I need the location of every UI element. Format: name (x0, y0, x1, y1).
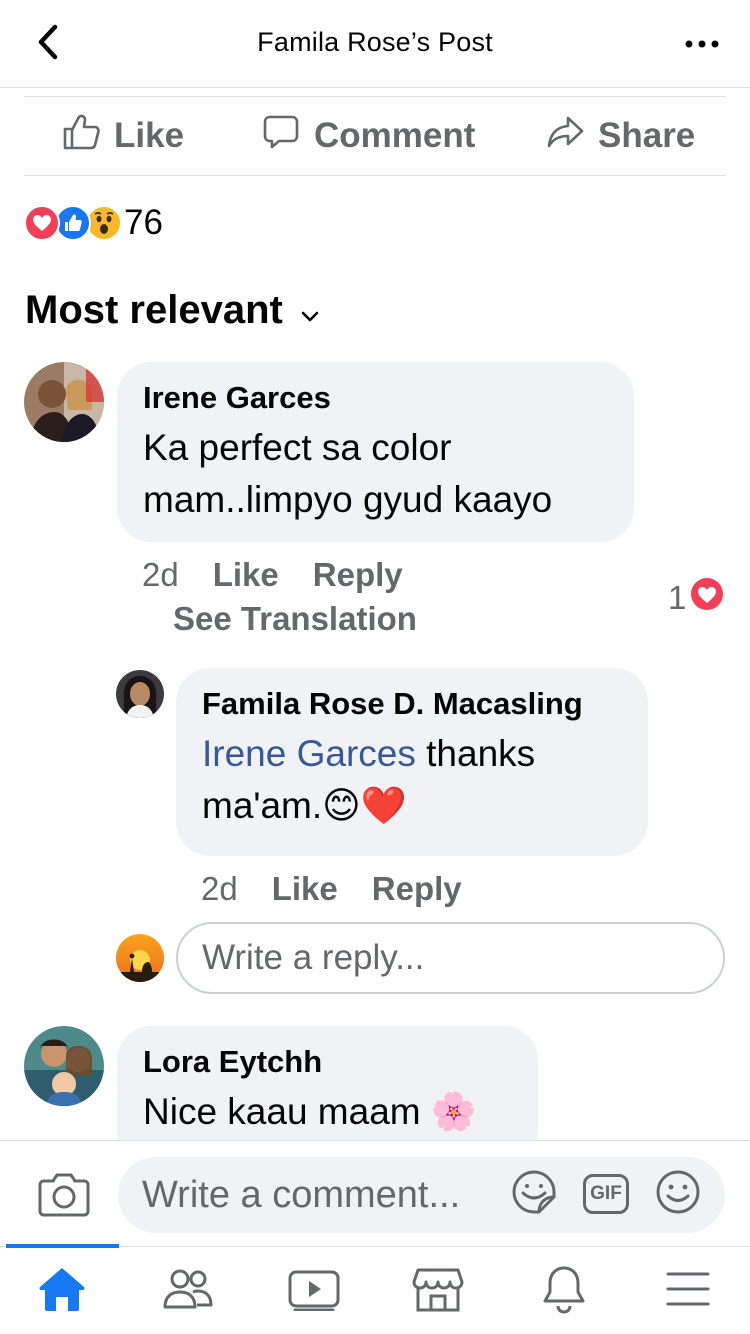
comment-meta: 2d Like Reply (142, 556, 403, 594)
comment-button[interactable]: Comment (262, 113, 475, 160)
video-play-icon (287, 1267, 341, 1316)
reaction-count: 76 (124, 203, 163, 242)
share-label: Share (598, 116, 696, 155)
comment-bubble-icon (262, 113, 300, 160)
gif-label: GIF (590, 1183, 622, 1204)
more-dots-icon (685, 35, 719, 53)
active-tab-indicator (6, 1244, 119, 1248)
reaction-summary[interactable]: 76 (24, 203, 163, 243)
like-label: Like (114, 116, 185, 155)
sticker-icon (511, 1169, 557, 1220)
chevron-down-icon (301, 288, 319, 333)
sticker-button[interactable] (510, 1169, 558, 1220)
love-icon (24, 205, 60, 241)
thumbs-up-icon (62, 113, 100, 160)
smiley-icon (655, 1169, 701, 1220)
friends-icon (162, 1267, 214, 1316)
comment-reaction-number: 1 (668, 579, 687, 616)
wow-icon (86, 205, 122, 241)
gif-icon: GIF (583, 1174, 629, 1214)
reaction-icons (24, 205, 122, 241)
comment-input-placeholder: Write a comment... (142, 1173, 461, 1216)
love-icon (690, 577, 724, 619)
reply-time[interactable]: 2d (201, 870, 238, 908)
reply-emoji: 😊❤️ (322, 785, 407, 826)
current-user-avatar (116, 934, 164, 982)
page-title: Famila Rose’s Post (257, 27, 493, 57)
post-header: Famila Rose’s Post (0, 0, 750, 88)
reply-text: Irene Garces thanks ma'am.😊❤️ (202, 728, 622, 832)
comment-input[interactable]: Write a comment... (118, 1157, 725, 1233)
comment-sort-dropdown[interactable]: Most relevant (25, 288, 319, 333)
like-button[interactable]: Like (62, 113, 184, 160)
bell-icon (541, 1264, 587, 1319)
bottom-tab-bar (0, 1244, 750, 1334)
reply-like-link[interactable]: Like (272, 870, 338, 908)
share-arrow-icon (546, 113, 584, 160)
comment-text: Nice kaau maam 🌸 (143, 1091, 477, 1132)
reply-reply-link[interactable]: Reply (372, 870, 462, 908)
post-action-bar: Like Comment Share (24, 96, 726, 176)
mention-link[interactable]: Irene Garces (202, 733, 416, 774)
avatar[interactable] (116, 670, 164, 718)
tab-menu[interactable] (658, 1265, 718, 1317)
emoji-button[interactable] (654, 1169, 702, 1220)
like-reaction-icon (55, 205, 91, 241)
tab-notifications[interactable] (534, 1265, 594, 1317)
comment-reply-link[interactable]: Reply (313, 556, 403, 594)
tab-friends[interactable] (158, 1265, 218, 1317)
comment-like-link[interactable]: Like (213, 556, 279, 594)
reply-bubble[interactable]: Famila Rose D. Macasling Irene Garces th… (176, 668, 648, 856)
reply-author[interactable]: Famila Rose D. Macasling (202, 686, 622, 722)
marketplace-icon (412, 1266, 464, 1317)
comment-text: Ka perfect sa color mam..limpyo gyud kaa… (143, 427, 553, 520)
gif-button[interactable]: GIF (582, 1171, 630, 1217)
avatar[interactable] (24, 1026, 104, 1106)
reply-meta: 2d Like Reply (201, 870, 462, 908)
comment-bubble[interactable]: Irene Garces Ka perfect sa color mam..li… (117, 362, 634, 542)
comment-author[interactable]: Lora Eytchh (143, 1044, 512, 1080)
more-options-button[interactable] (682, 28, 722, 60)
tab-marketplace[interactable] (408, 1265, 468, 1317)
home-icon (37, 1265, 87, 1318)
share-button[interactable]: Share (546, 113, 695, 160)
comment-label: Comment (314, 116, 476, 155)
tab-watch[interactable] (284, 1265, 344, 1317)
comment-time[interactable]: 2d (142, 556, 179, 594)
hamburger-menu-icon (665, 1269, 711, 1314)
comment-composer: Write a comment... GIF (0, 1140, 750, 1248)
camera-button[interactable] (38, 1171, 90, 1217)
comment-reaction-count[interactable]: 1 (668, 577, 724, 619)
see-translation-link[interactable]: See Translation (173, 600, 417, 638)
tab-home[interactable] (32, 1265, 92, 1317)
sort-label: Most relevant (25, 288, 283, 332)
camera-icon (38, 1173, 90, 1221)
avatar[interactable] (24, 362, 104, 442)
reply-input[interactable]: Write a reply... (176, 922, 725, 994)
comment-author[interactable]: Irene Garces (143, 380, 608, 416)
